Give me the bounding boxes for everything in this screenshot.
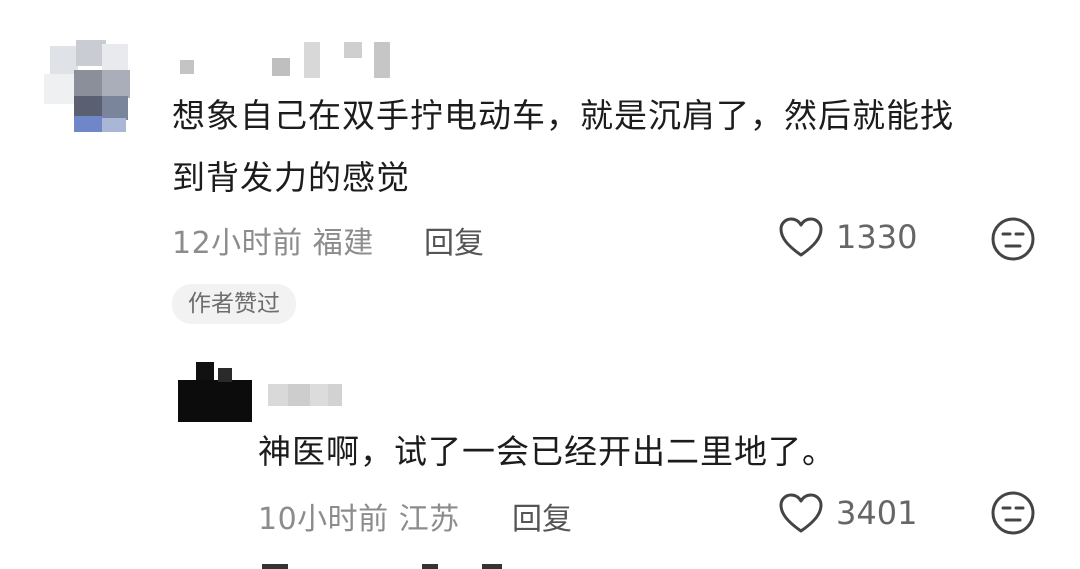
reply-like-count: 3401 xyxy=(836,494,918,532)
comment-location: 福建 xyxy=(312,226,374,261)
reply-button[interactable]: 回复 xyxy=(424,218,484,262)
avatar[interactable] xyxy=(44,40,130,132)
comment-text-line2: 到背发力的感觉 xyxy=(172,158,410,197)
reply-like-button[interactable]: 3401 xyxy=(778,492,917,534)
reply-location: 江苏 xyxy=(398,502,460,537)
reply-text: 神医啊，试了一会已经开出二里地了。 xyxy=(258,432,836,471)
like-count: 1330 xyxy=(836,218,918,256)
reply-dislike-button[interactable] xyxy=(990,490,1036,540)
author-liked-badge: 作者赞过 xyxy=(172,284,296,324)
comment-time: 12小时前 xyxy=(172,226,303,261)
reply-avatar[interactable] xyxy=(178,362,252,422)
username[interactable] xyxy=(176,40,396,80)
reply-meta: 10小时前 江苏 xyxy=(258,494,460,538)
unamused-face-icon xyxy=(991,491,1035,535)
reply-username[interactable] xyxy=(268,380,342,410)
next-item-partial xyxy=(262,562,502,569)
reply-time: 10小时前 xyxy=(258,502,389,537)
comment-text-line1: 想象自己在双手拧电动车，就是沉肩了，然后就能找 xyxy=(172,96,954,135)
unamused-face-icon xyxy=(991,217,1035,261)
reply-reply-button[interactable]: 回复 xyxy=(512,494,572,538)
heart-icon xyxy=(779,493,823,533)
dislike-button[interactable] xyxy=(990,216,1036,266)
heart-icon xyxy=(779,217,823,257)
like-button[interactable]: 1330 xyxy=(778,216,917,258)
comment-meta: 12小时前 福建 xyxy=(172,218,374,262)
